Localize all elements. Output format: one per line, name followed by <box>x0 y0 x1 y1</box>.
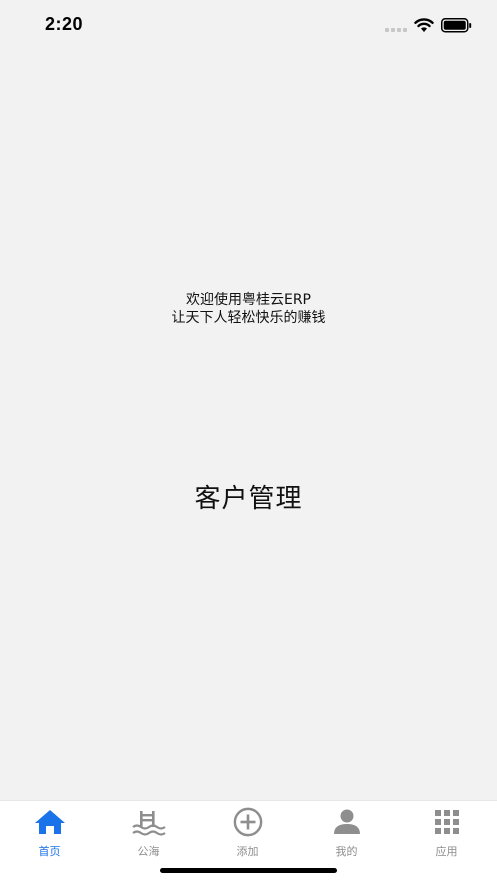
wifi-icon <box>414 18 434 32</box>
tab-sea[interactable]: 公海 <box>99 807 198 859</box>
home-indicator[interactable] <box>160 868 337 873</box>
welcome-line-2: 让天下人轻松快乐的赚钱 <box>171 310 326 326</box>
add-circle-icon <box>231 807 265 837</box>
tab-label: 首页 <box>38 845 61 858</box>
home-icon <box>33 807 67 837</box>
tab-me[interactable]: 我的 <box>297 807 396 859</box>
signal-icon <box>385 28 407 32</box>
person-icon <box>330 807 364 837</box>
grid-icon <box>430 807 464 837</box>
status-bar: 2:20 <box>0 0 497 52</box>
sea-icon <box>131 807 166 837</box>
tab-label: 添加 <box>236 845 259 858</box>
tab-label: 我的 <box>335 845 358 858</box>
welcome-line-1: 欢迎使用粤桂云ERP <box>185 292 311 308</box>
status-time: 2:20 <box>45 14 84 34</box>
tab-add[interactable]: 添加 <box>198 807 297 859</box>
tab-apps[interactable]: 应用 <box>397 807 496 859</box>
page-title: 客户管理 <box>194 484 303 514</box>
tab-label: 应用 <box>435 845 458 858</box>
battery-icon <box>441 18 472 33</box>
tab-home[interactable]: 首页 <box>0 807 99 859</box>
tab-label: 公海 <box>137 845 160 858</box>
welcome-message: 欢迎使用粤桂云ERP 让天下人轻松快乐的赚钱 <box>0 291 497 327</box>
